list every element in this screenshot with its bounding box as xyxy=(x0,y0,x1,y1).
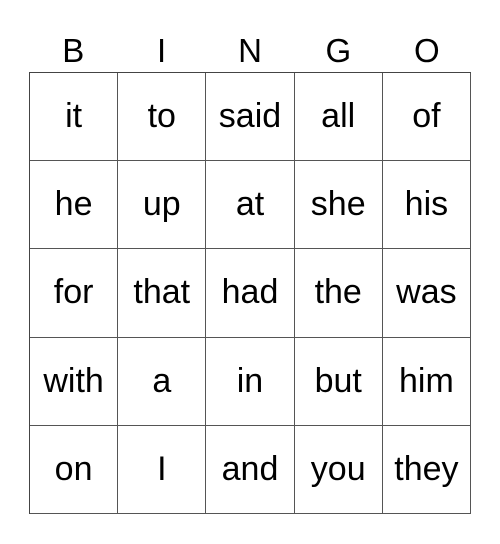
header-letter-o: O xyxy=(413,32,440,69)
bingo-cell[interactable]: she xyxy=(294,161,383,250)
bingo-header: B I N G O xyxy=(29,30,471,72)
bingo-cell[interactable]: up xyxy=(118,161,207,250)
bingo-cell[interactable]: and xyxy=(206,425,295,514)
bingo-cell[interactable]: said xyxy=(206,73,295,162)
bingo-cell[interactable]: in xyxy=(206,337,295,426)
bingo-cell[interactable]: you xyxy=(294,425,383,514)
bingo-cell[interactable]: but xyxy=(294,337,383,426)
bingo-cell[interactable]: his xyxy=(382,161,471,250)
bingo-cell[interactable]: all xyxy=(294,73,383,162)
bingo-cell[interactable]: had xyxy=(206,249,295,338)
bingo-cell[interactable]: that xyxy=(118,249,207,338)
header-letter-i: I xyxy=(157,32,167,69)
bingo-cell[interactable]: a xyxy=(118,337,207,426)
header-letter-g: G xyxy=(325,32,352,69)
bingo-cell[interactable]: the xyxy=(294,249,383,338)
bingo-cell[interactable]: they xyxy=(382,425,471,514)
bingo-cell[interactable]: to xyxy=(118,73,207,162)
bingo-cell[interactable]: him xyxy=(382,337,471,426)
bingo-cell[interactable]: on xyxy=(30,425,119,514)
bingo-cell[interactable]: it xyxy=(30,73,119,162)
header-letter-n: N xyxy=(238,32,262,69)
bingo-cell[interactable]: was xyxy=(382,249,471,338)
bingo-grid: it to said all of he up at she his for t… xyxy=(29,72,471,514)
bingo-cell[interactable]: of xyxy=(382,73,471,162)
bingo-cell[interactable]: I xyxy=(118,425,207,514)
bingo-cell[interactable]: he xyxy=(30,161,119,250)
bingo-cell[interactable]: for xyxy=(30,249,119,338)
bingo-cell[interactable]: with xyxy=(30,337,119,426)
bingo-cell[interactable]: at xyxy=(206,161,295,250)
header-letter-b: B xyxy=(62,32,85,69)
